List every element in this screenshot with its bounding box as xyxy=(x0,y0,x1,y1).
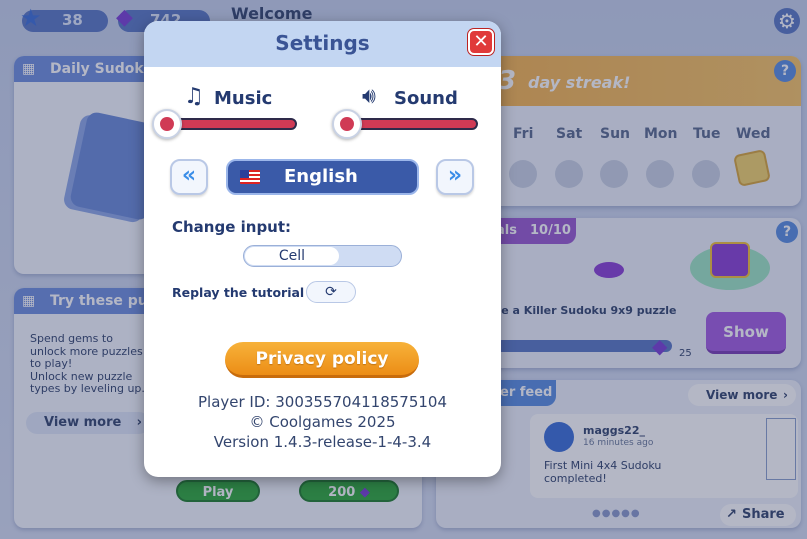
replay-icon: ⟳ xyxy=(325,284,337,300)
double-chevron-right-icon: » xyxy=(447,163,463,188)
language-selector[interactable]: English xyxy=(226,159,419,195)
language-value: English xyxy=(284,166,358,187)
replay-tutorial-button[interactable]: ⟳ xyxy=(306,281,356,303)
sound-slider-track[interactable] xyxy=(342,118,478,130)
copyright: © Coolgames 2025 xyxy=(249,413,396,431)
close-button[interactable]: ✕ xyxy=(468,29,494,55)
input-mode-option-cell[interactable]: Cell xyxy=(245,247,339,265)
version: Version 1.4.3-release-1-4-3.4 xyxy=(213,433,432,451)
language-next-button[interactable]: » xyxy=(436,159,474,195)
us-flag-icon xyxy=(240,170,260,184)
settings-dialog: Settings ✕ ♫ Music 🔊︎ Sound « English » … xyxy=(144,21,501,477)
music-slider-track[interactable] xyxy=(162,118,297,130)
privacy-policy-button[interactable]: Privacy policy xyxy=(225,342,419,378)
speaker-icon: 🔊︎ xyxy=(362,84,376,109)
input-mode-toggle[interactable]: Cell xyxy=(243,245,402,267)
privacy-policy-label: Privacy policy xyxy=(255,349,389,369)
music-note-icon: ♫ xyxy=(184,84,204,109)
replay-tutorial-label: Replay the tutorial xyxy=(172,285,305,300)
double-chevron-left-icon: « xyxy=(181,163,197,188)
change-input-label: Change input: xyxy=(172,218,292,236)
player-id: Player ID: 300355704118575104 xyxy=(197,393,448,411)
close-icon: ✕ xyxy=(473,31,489,52)
music-label: Music xyxy=(214,88,273,109)
language-prev-button[interactable]: « xyxy=(170,159,208,195)
settings-title: Settings xyxy=(275,31,370,55)
sound-slider-knob[interactable] xyxy=(332,109,362,139)
music-slider-knob[interactable] xyxy=(152,109,182,139)
sound-label: Sound xyxy=(394,88,458,109)
